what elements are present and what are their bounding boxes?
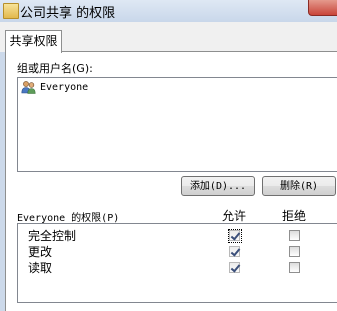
deny-column-header: 拒绝 xyxy=(282,209,307,223)
users-listbox[interactable]: Everyone xyxy=(17,77,337,172)
close-button[interactable] xyxy=(308,0,337,16)
user-name: Everyone xyxy=(40,82,89,93)
permission-label: 读取 xyxy=(28,261,53,275)
permissions-for-label: Everyone 的权限(P) xyxy=(17,213,120,224)
deny-checkbox[interactable] xyxy=(289,262,300,273)
permission-label: 更改 xyxy=(28,245,53,259)
users-group-icon xyxy=(21,81,36,94)
deny-checkbox[interactable] xyxy=(289,230,300,241)
permission-row-change: 更改 xyxy=(18,244,337,260)
permission-row-read: 读取 xyxy=(18,260,337,276)
allow-checkbox[interactable] xyxy=(229,230,240,241)
remove-button[interactable]: 删除(R) xyxy=(262,176,336,196)
window-title: 公司共享 的权限 xyxy=(20,6,116,21)
permissions-list: 完全控制 更改 读取 xyxy=(17,223,337,303)
folder-icon xyxy=(3,3,19,19)
add-button[interactable]: 添加(D)... xyxy=(181,176,255,196)
permission-row-full-control: 完全控制 xyxy=(18,228,337,244)
deny-checkbox[interactable] xyxy=(289,246,300,257)
permission-label: 完全控制 xyxy=(28,229,77,243)
title-bar: 公司共享 的权限 xyxy=(0,0,337,22)
allow-column-header: 允许 xyxy=(222,209,247,223)
groups-label: 组或用户名(G): xyxy=(17,62,93,75)
allow-checkbox[interactable] xyxy=(229,262,240,273)
allow-checkbox[interactable] xyxy=(229,246,240,257)
tab-share-permissions[interactable]: 共享权限 xyxy=(5,30,62,53)
